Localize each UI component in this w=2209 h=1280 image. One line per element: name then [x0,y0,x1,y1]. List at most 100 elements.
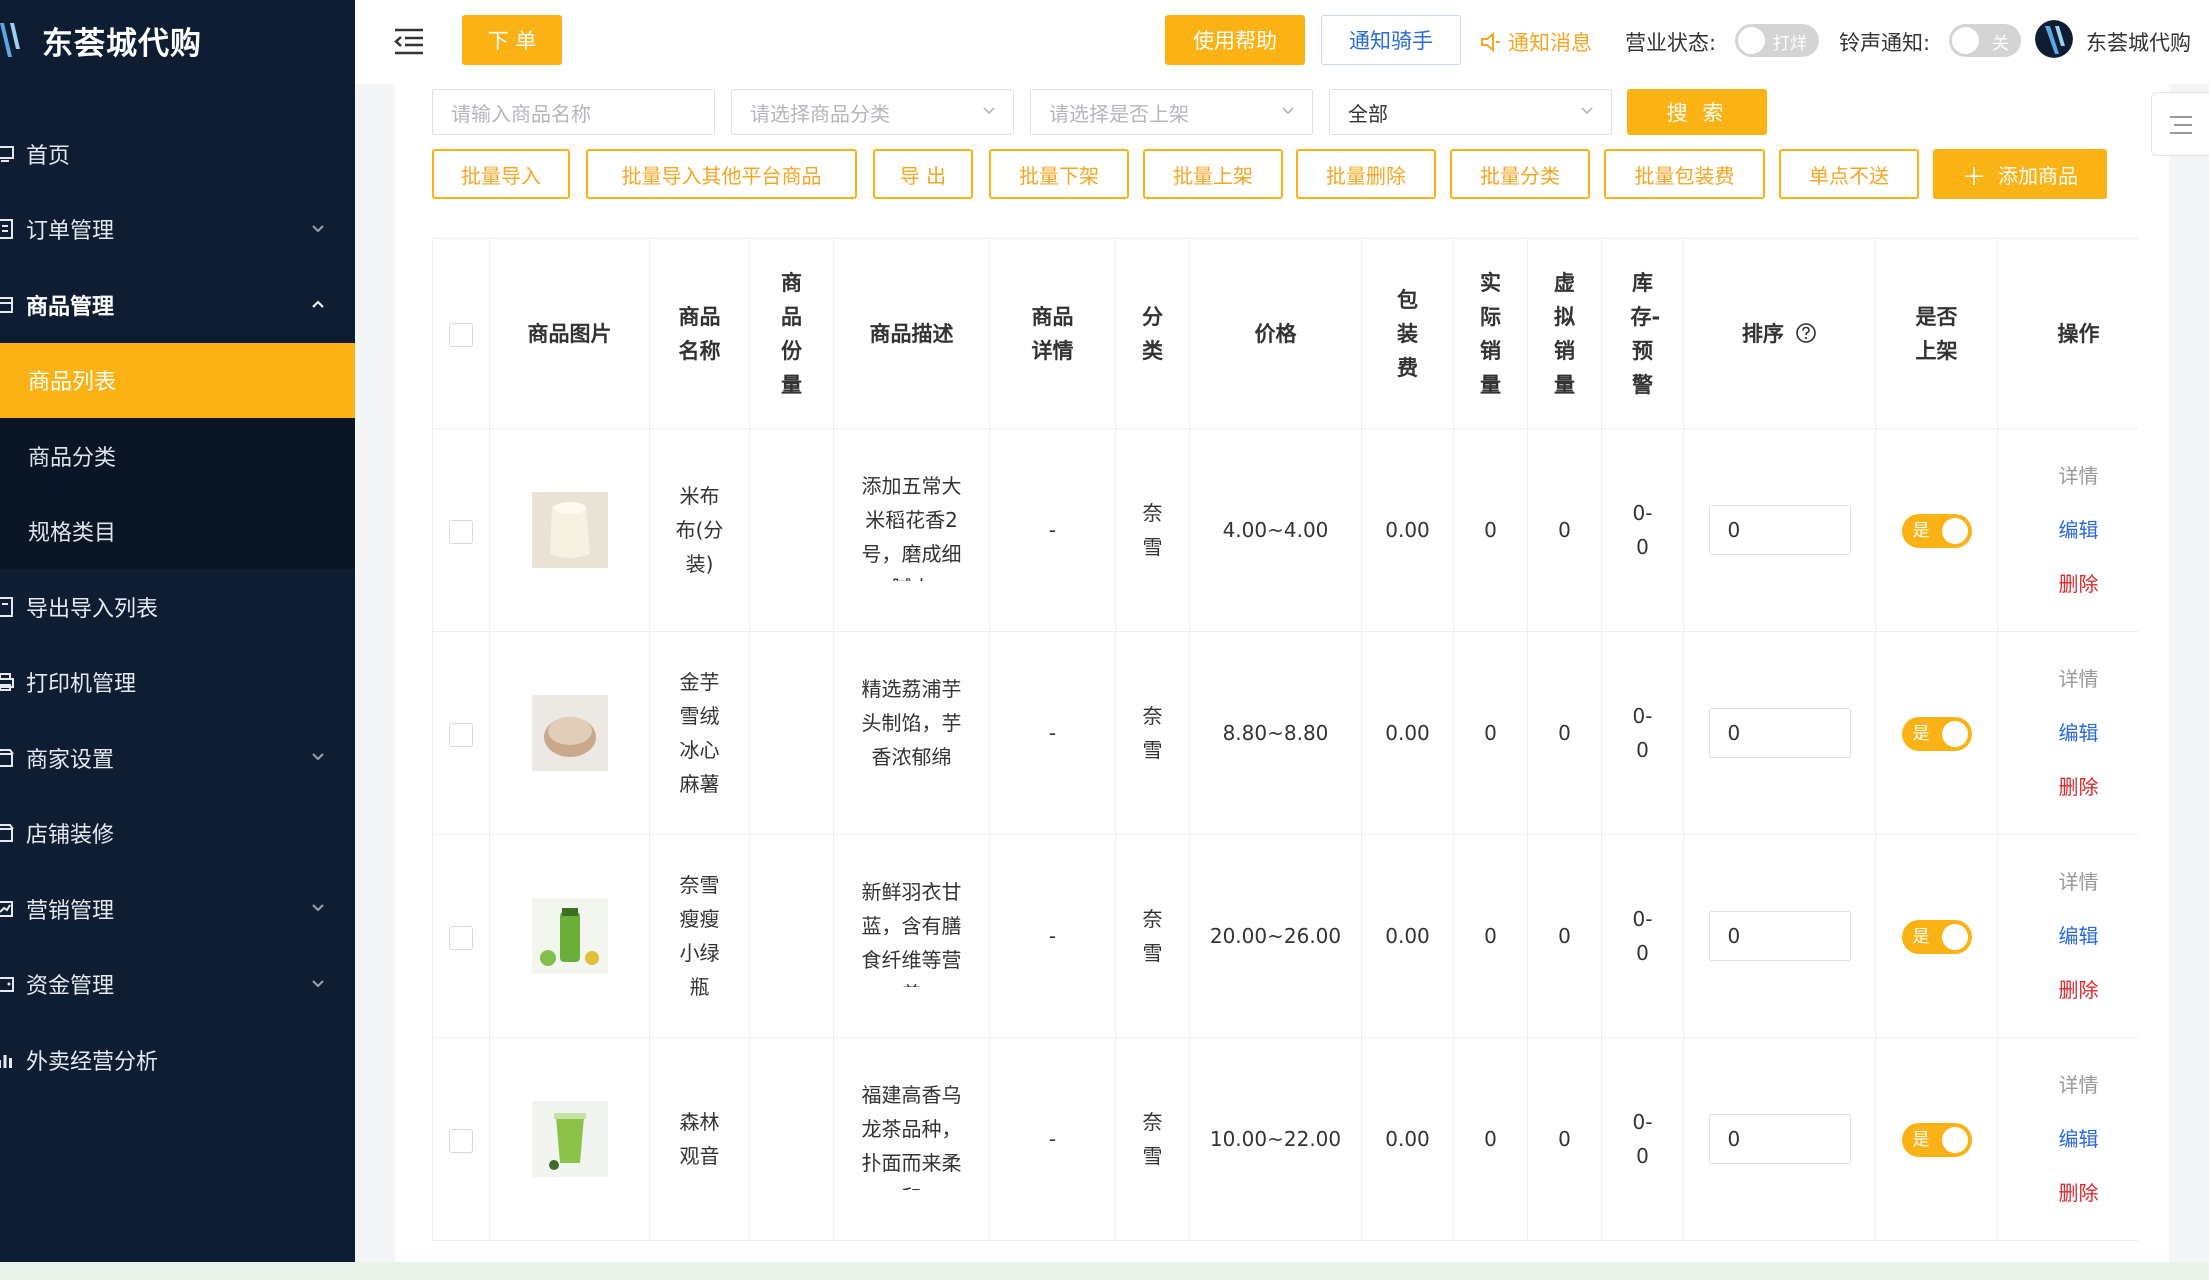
detail-link[interactable]: 详情 [2059,865,2099,899]
real-sales: 0 [1484,1127,1497,1151]
sidebar-item-merchant-settings[interactable]: 商家设置 [0,720,355,796]
column-header: 操作 [1997,238,2138,429]
on-shelf-toggle[interactable]: 是 [1901,716,1972,751]
sidebar-item-orders[interactable]: 订单管理 [0,192,355,268]
on-shelf-toggle[interactable]: 是 [1901,1122,1972,1157]
add-product-button[interactable]: ＋ 添加商品 [1933,149,2107,199]
sidebar-item-products[interactable]: 商品管理 [0,267,355,343]
product-desc-cell: 新鲜羽衣甘蓝，含有膳食纤维等营养 [833,834,990,1038]
sidebar-item-import-export[interactable]: 导出导入列表 [0,569,355,645]
virtual-sales: 0 [1558,721,1571,745]
toggle-text: 是 [1912,520,1930,541]
package-fee: 0.00 [1385,518,1430,542]
sidebar-item-spec-category[interactable]: 规格类目 [0,494,355,570]
help-button[interactable]: 使用帮助 [1165,15,1305,65]
product-image-cell [489,834,650,1038]
business-status-switch[interactable]: 打烊 [1735,24,1819,57]
sidebar-item-marketing[interactable]: 营销管理 [0,871,355,947]
batch-off-shelf-button[interactable]: 批量下架 [989,149,1129,199]
place-order-button[interactable]: 下 单 [462,15,562,65]
sidebar-item-store-decoration[interactable]: 店铺装修 [0,796,355,872]
sidebar-item-delivery-analysis[interactable]: 外卖经营分析 [0,1022,355,1098]
operations-cell: 详情 编辑 删除 [1997,1037,2138,1241]
detail-link[interactable]: 详情 [2059,459,2099,493]
delete-link[interactable]: 删除 [2059,770,2099,804]
sidebar-item-product-list[interactable]: 商品列表 [0,342,355,418]
stock-cell: 0-0 [1601,631,1684,835]
product-table: 商品图片 商品名称 商品份量 商品描述 商品详情 分类 价格 包装费 实际销量 … [432,238,2138,1241]
category-select[interactable]: 请选择商品分类 [731,89,1014,135]
rice-pudding-image[interactable] [531,492,608,568]
edit-link[interactable]: 编辑 [2059,513,2099,547]
product-desc: 添加五常大米稻花香2号，磨成细腻大 [861,474,962,581]
row-checkbox[interactable] [449,925,473,950]
shelf-status-select[interactable]: 请选择是否上架 [1030,89,1313,135]
row-checkbox[interactable] [449,1128,473,1153]
delete-link[interactable]: 删除 [2059,973,2099,1007]
batch-category-button[interactable]: 批量分类 [1450,149,1590,199]
delete-link[interactable]: 删除 [2059,567,2099,601]
bell-switch[interactable]: 关 [1949,24,2021,57]
question-circle-icon[interactable] [1795,322,1817,344]
sidebar-item-printer[interactable]: 打印机管理 [0,645,355,721]
product-weight-cell [749,631,834,835]
select-all-checkbox[interactable] [449,322,473,347]
on-shelf-cell: 是 [1875,1037,1998,1241]
price: 4.00~4.00 [1222,518,1329,542]
product-name: 森林观音 [679,1110,720,1168]
notice-link[interactable]: 通知消息 [1480,27,1592,57]
virtual-sales-cell: 0 [1527,834,1602,1038]
batch-import-other-platform-button[interactable]: 批量导入其他平台商品 [586,149,857,199]
sort-input[interactable]: 0 [1708,1114,1851,1164]
sidebar-item-funds[interactable]: 资金管理 [0,947,355,1023]
real-sales-cell: 0 [1453,631,1528,835]
sort-input[interactable]: 0 [1708,911,1851,961]
user-name[interactable]: 东荟城代购 [2086,27,2191,57]
mochi-image[interactable] [531,695,608,771]
batch-delete-button[interactable]: 批量删除 [1296,149,1436,199]
column-header: 库存-预警 [1601,238,1684,429]
edit-link[interactable]: 编辑 [2059,919,2099,953]
sidebar-item-label: 规格类目 [28,521,117,547]
price-cell: 8.80~8.80 [1189,631,1362,835]
operations: 详情 编辑 删除 [1998,1068,2138,1210]
edit-link[interactable]: 编辑 [2059,716,2099,750]
row-checkbox[interactable] [449,722,473,747]
edit-link[interactable]: 编辑 [2059,1122,2099,1156]
category: 奈雪 [1142,907,1163,965]
export-button[interactable]: 导 出 [873,149,973,199]
avatar[interactable] [2035,20,2073,58]
detail-link[interactable]: 详情 [2059,662,2099,696]
sidebar-item-product-category[interactable]: 商品分类 [0,418,355,494]
on-shelf-toggle[interactable]: 是 [1901,919,1972,954]
menu-fold-icon[interactable] [393,26,425,56]
on-shelf-toggle[interactable]: 是 [1901,513,1972,548]
batch-import-button[interactable]: 批量导入 [432,149,570,199]
sort-input[interactable]: 0 [1708,708,1851,758]
toggle-knob [1941,923,1968,950]
select-all-cell [432,238,490,429]
batch-package-fee-button[interactable]: 批量包装费 [1604,149,1765,199]
green-bottle-image[interactable] [531,898,608,974]
product-image-cell [489,1037,650,1241]
product-detail-cell: - [989,631,1116,835]
package-fee-cell: 0.00 [1361,1037,1454,1241]
delete-link[interactable]: 删除 [2059,1176,2099,1210]
green-tea-cup-image[interactable] [531,1101,608,1177]
type-select[interactable]: 全部 [1329,89,1612,135]
search-button[interactable]: 搜 索 [1627,89,1767,135]
single-no-delivery-button[interactable]: 单点不送 [1779,149,1919,199]
price: 8.80~8.80 [1222,721,1329,745]
product-name-input[interactable]: 请输入商品名称 [432,89,715,135]
batch-on-shelf-button[interactable]: 批量上架 [1143,149,1283,199]
row-checkbox[interactable] [449,519,473,544]
product-name-cell: 米布布(分装) [649,428,750,632]
detail-link[interactable]: 详情 [2059,1068,2099,1102]
notify-rider-button[interactable]: 通知骑手 [1321,15,1461,65]
package-fee: 0.00 [1385,721,1430,745]
product-name-cell: 森林观音 [649,1037,750,1241]
sidebar-item-home[interactable]: 首页 [0,116,355,192]
side-panel-toggle[interactable] [2151,92,2209,156]
product-desc-cell: 福建高香乌龙茶品种，扑面而来柔和 [833,1037,990,1241]
sort-input[interactable]: 0 [1708,505,1851,555]
